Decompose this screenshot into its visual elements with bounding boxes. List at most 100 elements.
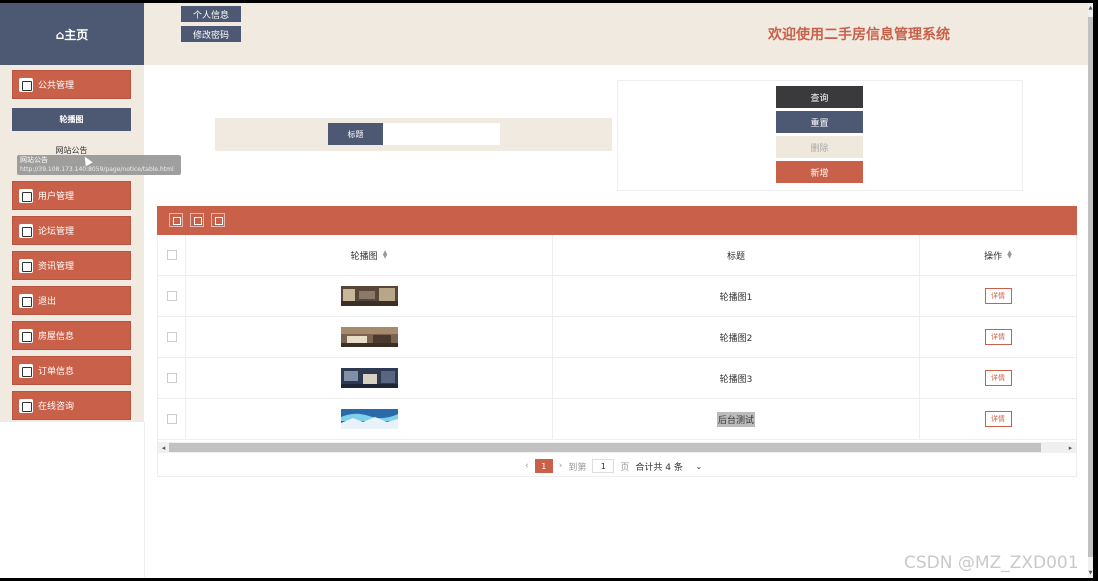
edit-icon	[19, 223, 33, 238]
horizontal-scrollbar[interactable]: ◂ ▸	[158, 442, 1076, 453]
sidebar-item-label: 公共管理	[38, 81, 75, 91]
home-label: ⌂主页	[55, 27, 89, 42]
current-page-button[interactable]: 1	[534, 459, 553, 473]
sidebar-item-public[interactable]: 公共管理	[12, 70, 131, 99]
row-checkbox[interactable]	[166, 414, 177, 424]
row-title: 轮播图1	[719, 292, 753, 303]
sidebar-item-label: 论坛管理	[38, 227, 75, 237]
title-cell: 轮播图2	[553, 317, 920, 357]
watermark: CSDN @MZ_ZXD001	[904, 553, 1079, 573]
print-icon[interactable]	[211, 213, 225, 227]
row-checkbox[interactable]	[166, 332, 177, 342]
room-photo-2	[340, 327, 398, 347]
bar-chart-icon	[19, 363, 33, 378]
prev-page-button[interactable]: ‹	[525, 461, 529, 471]
scroll-right-icon[interactable]: ▸	[1065, 442, 1076, 453]
sidebar-item-news[interactable]: 资讯管理	[12, 251, 131, 280]
data-table: 轮播图 ▲ ▼ 标题 操作 ▲ ▼ 轮播图1 详情 轮播图2 详情 轮播图3 详…	[157, 235, 1077, 477]
table-row: 轮播图3 详情	[158, 358, 1076, 399]
column-header-image: 轮播图	[350, 251, 378, 262]
pagination: ‹ 1 › 到第 1 页 合计共 4 条 ⌄	[158, 456, 1076, 476]
row-checkbox-cell	[158, 276, 186, 316]
detail-button[interactable]: 详情	[984, 411, 1012, 427]
sidebar-item-orders[interactable]: 订单信息	[12, 356, 131, 385]
change-password-button[interactable]: 修改密码	[181, 26, 241, 42]
title-cell: 后台测试	[553, 399, 920, 439]
title-cell: 轮播图3	[553, 358, 920, 398]
sidebar-item-label: 资讯管理	[38, 262, 75, 272]
tooltip-url: http://39.108.173.140:8059/page/notice/t…	[20, 166, 174, 173]
sidebar-item-users[interactable]: 用户管理	[12, 181, 131, 210]
delete-button[interactable]: 删除	[776, 136, 863, 158]
page-title: 欢迎使用二手房信息管理系统	[768, 27, 950, 43]
detail-button[interactable]: 详情	[984, 329, 1012, 345]
row-title: 轮播图3	[719, 374, 753, 385]
detail-button[interactable]: 详情	[984, 288, 1012, 304]
sidebar: 公共管理 轮播图 网站公告 用户管理 论坛管理 资讯管理 退出 房屋信息 订单信…	[0, 65, 144, 422]
row-checkbox-cell	[158, 358, 186, 398]
scroll-left-icon[interactable]: ◂	[158, 442, 169, 453]
image-cell	[186, 399, 553, 439]
query-button[interactable]: 查询	[776, 86, 863, 108]
total-count: 合计共 4 条	[635, 462, 683, 473]
sidebar-item-houses[interactable]: 房屋信息	[12, 321, 131, 350]
select-all-checkbox[interactable]	[166, 250, 177, 260]
search-label: 标题	[328, 123, 383, 145]
goto-label: 到第	[568, 462, 587, 473]
printer-icon	[19, 328, 33, 343]
page-size-select[interactable]: ⌄	[689, 459, 709, 473]
header-image[interactable]: 轮播图 ▲ ▼	[186, 235, 553, 275]
image-cell	[186, 317, 553, 357]
goto-page-input[interactable]: 1	[592, 459, 615, 473]
edit-icon	[19, 398, 33, 413]
sidebar-item-logout[interactable]: 退出	[12, 286, 131, 315]
chevron-down-icon: ⌄	[695, 461, 703, 471]
sidebar-item-label: 在线咨询	[38, 402, 75, 412]
bar-chart-icon	[19, 258, 33, 273]
home-link[interactable]: ⌂主页	[0, 3, 144, 65]
action-cell: 详情	[920, 276, 1076, 316]
scroll-down-icon[interactable]: ▼	[1088, 570, 1093, 576]
vertical-scrollbar[interactable]: ▲ ▼	[1088, 3, 1093, 578]
row-checkbox[interactable]	[166, 291, 177, 301]
scroll-up-icon[interactable]: ▲	[1088, 5, 1093, 11]
action-cell: 详情	[920, 399, 1076, 439]
profile-button[interactable]: 个人信息	[181, 6, 241, 22]
add-button[interactable]: 新增	[776, 161, 863, 183]
header: 个人信息 修改密码 欢迎使用二手房信息管理系统	[144, 3, 1088, 65]
sidebar-item-label: 退出	[38, 297, 57, 307]
image-cell	[186, 358, 553, 398]
sidebar-item-label: 用户管理	[38, 192, 75, 202]
columns-icon[interactable]	[169, 213, 183, 227]
sidebar-divider	[144, 422, 145, 578]
next-page-button[interactable]: ›	[559, 461, 563, 471]
detail-button[interactable]: 详情	[984, 370, 1012, 386]
row-title: 后台测试	[716, 411, 755, 427]
app-window: ⌂主页 公共管理 轮播图 网站公告 用户管理 论坛管理 资讯管理 退出 房屋信息	[0, 3, 1093, 578]
sidebar-subitem-carousel[interactable]: 轮播图	[12, 108, 131, 131]
scroll-thumb[interactable]	[1088, 17, 1093, 557]
sidebar-item-forum[interactable]: 论坛管理	[12, 216, 131, 245]
action-cell: 详情	[920, 317, 1076, 357]
row-title: 轮播图2	[719, 333, 753, 344]
table-row: 后台测试 详情	[158, 399, 1076, 440]
printer-icon	[19, 77, 33, 92]
sidebar-item-consult[interactable]: 在线咨询	[12, 391, 131, 420]
aurora-photo	[340, 409, 398, 429]
column-header-action: 操作	[984, 251, 1003, 262]
reset-button[interactable]: 重置	[776, 111, 863, 133]
sort-icon[interactable]: ▲ ▼	[383, 250, 388, 260]
header-checkbox-cell	[158, 235, 186, 275]
header-action[interactable]: 操作 ▲ ▼	[920, 235, 1076, 275]
title-search-input[interactable]	[383, 123, 500, 145]
scroll-thumb[interactable]	[169, 443, 1041, 452]
table-row: 轮播图1 详情	[158, 276, 1076, 317]
row-checkbox[interactable]	[166, 373, 177, 383]
page-label: 页	[620, 462, 630, 473]
column-header-title: 标题	[726, 251, 745, 262]
edit-icon	[19, 293, 33, 308]
sort-icon[interactable]: ▲ ▼	[1007, 250, 1012, 260]
table-row: 轮播图2 详情	[158, 317, 1076, 358]
export-icon[interactable]	[190, 213, 204, 227]
action-cell: 详情	[920, 358, 1076, 398]
